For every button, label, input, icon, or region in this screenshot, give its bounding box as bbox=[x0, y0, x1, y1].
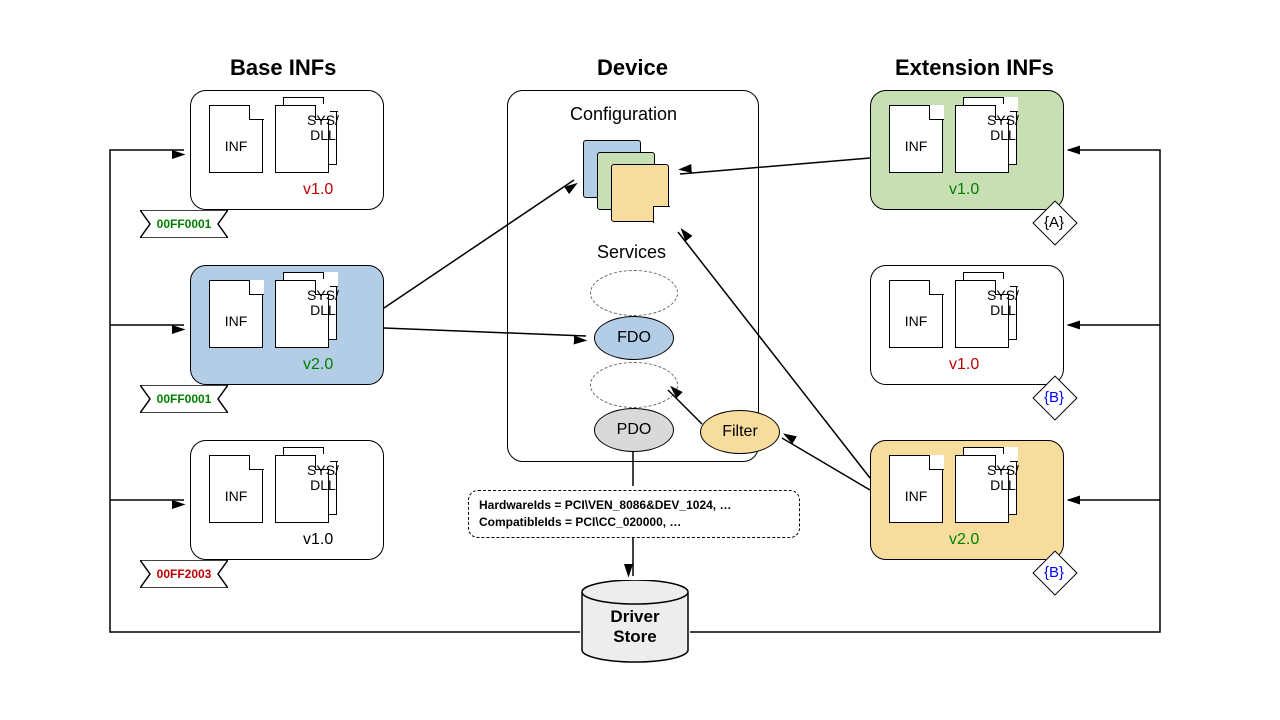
version-label: v1.0 bbox=[949, 181, 979, 199]
svg-text:Store: Store bbox=[613, 627, 656, 646]
inf-file-icon: INF bbox=[889, 455, 943, 523]
driver-store-cylinder: Driver Store bbox=[580, 580, 690, 669]
service-slot-lower bbox=[590, 362, 678, 408]
inf-label: INF bbox=[890, 488, 942, 504]
extension-id-diamond-b2: {B} bbox=[1032, 550, 1076, 594]
ext-package-1: INF SYS/DLL v1.0 bbox=[870, 265, 1064, 385]
ribbon-text: 00FF2003 bbox=[140, 560, 228, 588]
base-package-0: INF SYS/DLL v1.0 bbox=[190, 90, 384, 210]
version-label: v2.0 bbox=[303, 356, 333, 374]
base-package-1-selected: INF SYS/DLL v2.0 bbox=[190, 265, 384, 385]
version-label: v1.0 bbox=[949, 356, 979, 374]
extension-id-diamond-b1: {B} bbox=[1032, 375, 1076, 419]
config-sheet-orange bbox=[611, 164, 669, 222]
feature-ribbon-1: 00FF0001 bbox=[140, 385, 228, 413]
heading-device: Device bbox=[597, 55, 668, 81]
version-label: v1.0 bbox=[303, 531, 333, 549]
ext-package-2-selected: INF SYS/DLL v2.0 bbox=[870, 440, 1064, 560]
feature-ribbon-0: 00FF0001 bbox=[140, 210, 228, 238]
inf-label: INF bbox=[210, 488, 262, 504]
extension-id-diamond-a: {A} bbox=[1032, 200, 1076, 244]
pdo-node: PDO bbox=[594, 408, 674, 452]
sys-dll-label: SYS/DLL bbox=[977, 463, 1029, 494]
inf-label: INF bbox=[890, 138, 942, 154]
fdo-node: FDO bbox=[594, 316, 674, 360]
sys-dll-label: SYS/DLL bbox=[297, 113, 349, 144]
version-label: v1.0 bbox=[303, 181, 333, 199]
inf-file-icon: INF bbox=[209, 455, 263, 523]
compatible-ids-text: CompatibleIds = PCI\CC_020000, … bbox=[479, 514, 789, 531]
sys-dll-label: SYS/DLL bbox=[297, 288, 349, 319]
services-label: Services bbox=[597, 242, 666, 263]
service-slot-upper bbox=[590, 270, 678, 316]
filter-node: Filter bbox=[700, 410, 780, 454]
svg-text:Driver: Driver bbox=[610, 607, 660, 626]
inf-file-icon: INF bbox=[889, 280, 943, 348]
sys-dll-label: SYS/DLL bbox=[297, 463, 349, 494]
inf-label: INF bbox=[890, 313, 942, 329]
configuration-label: Configuration bbox=[570, 104, 677, 125]
inf-label: INF bbox=[210, 138, 262, 154]
inf-label: INF bbox=[210, 313, 262, 329]
inf-file-icon: INF bbox=[889, 105, 943, 173]
device-ids-box: HardwareIds = PCI\VEN_8086&DEV_1024, … C… bbox=[468, 490, 800, 538]
ribbon-text: 00FF0001 bbox=[140, 210, 228, 238]
version-label: v2.0 bbox=[949, 531, 979, 549]
inf-file-icon: INF bbox=[209, 105, 263, 173]
ribbon-text: 00FF0001 bbox=[140, 385, 228, 413]
hardware-ids-text: HardwareIds = PCI\VEN_8086&DEV_1024, … bbox=[479, 497, 789, 514]
base-package-2: INF SYS/DLL v1.0 bbox=[190, 440, 384, 560]
heading-base-infs: Base INFs bbox=[230, 55, 336, 81]
sys-dll-label: SYS/DLL bbox=[977, 288, 1029, 319]
ext-package-0-selected: INF SYS/DLL v1.0 bbox=[870, 90, 1064, 210]
inf-file-icon: INF bbox=[209, 280, 263, 348]
sys-dll-label: SYS/DLL bbox=[977, 113, 1029, 144]
feature-ribbon-2: 00FF2003 bbox=[140, 560, 228, 588]
heading-extension-infs: Extension INFs bbox=[895, 55, 1054, 81]
